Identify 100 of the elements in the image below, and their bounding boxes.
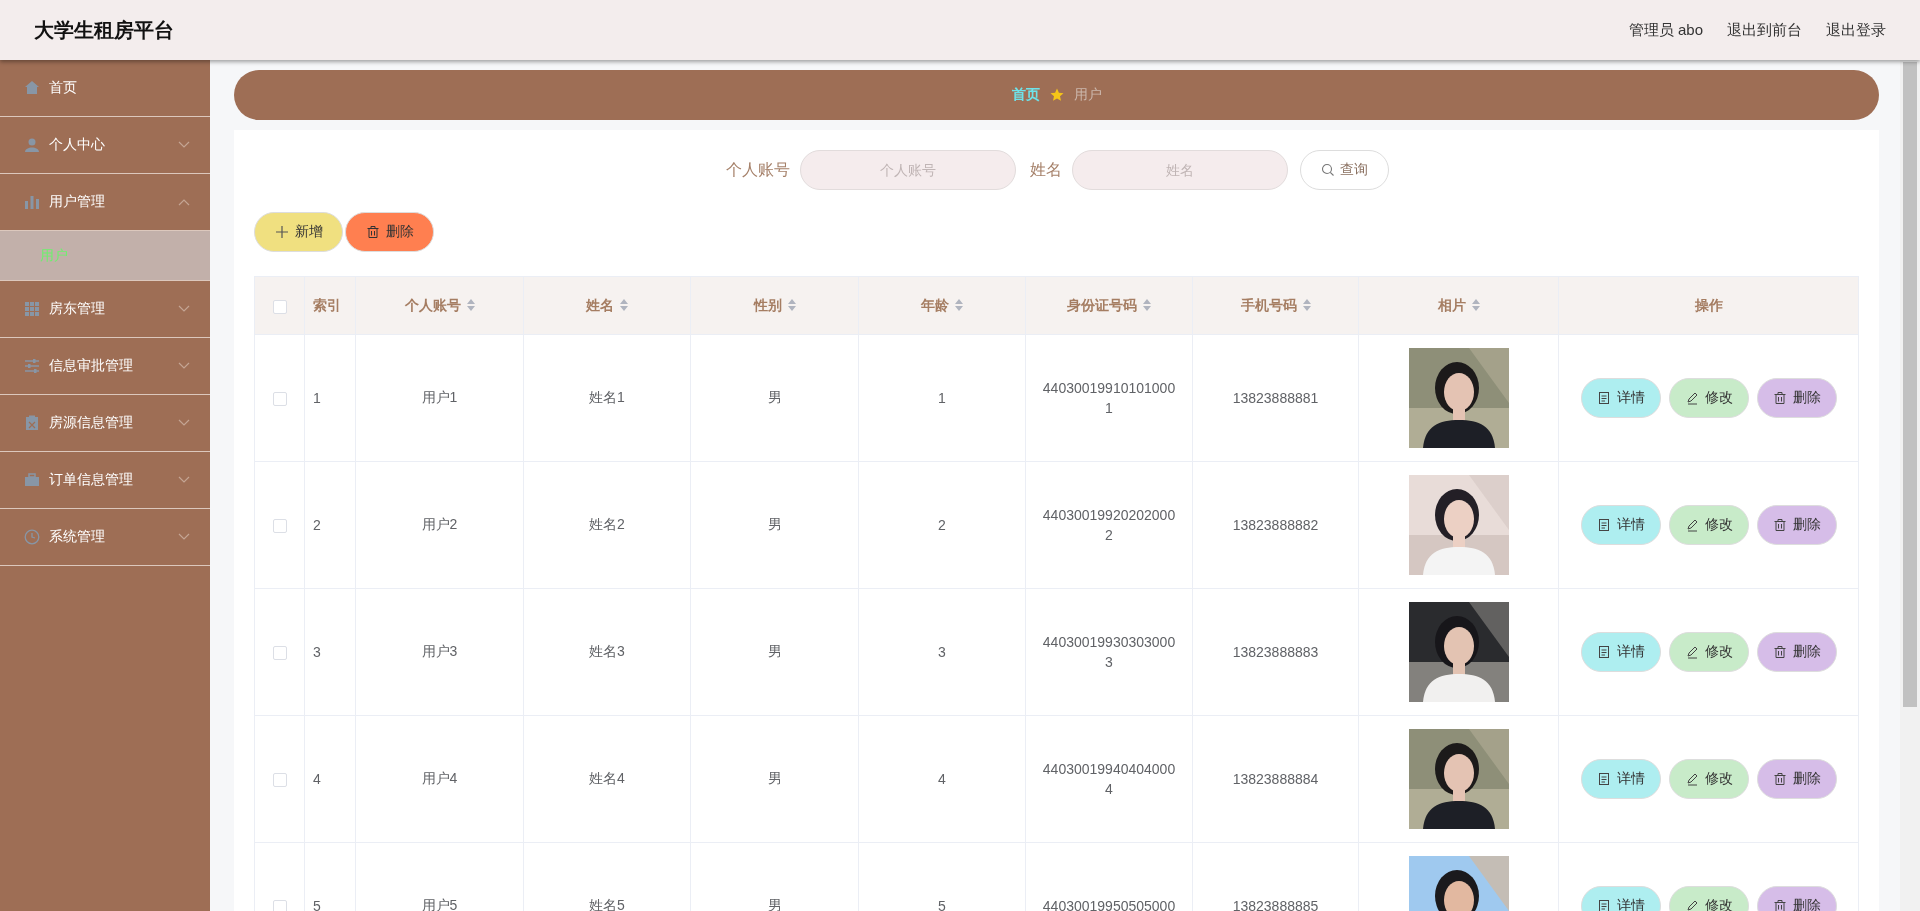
delete-button[interactable]: 删除 (1756, 505, 1837, 545)
table-cell: 2 (858, 461, 1026, 589)
trash-icon (1772, 772, 1787, 786)
clock-icon (24, 529, 40, 545)
column-header: 索引 (304, 276, 356, 335)
bar-chart-icon (24, 194, 40, 210)
document-icon (1596, 391, 1611, 405)
sort-icon (466, 298, 475, 311)
sidebar-item[interactable]: 信息审批管理 (0, 338, 210, 395)
user-icon (24, 137, 40, 153)
table-cell-text: 440300199101010001 (1041, 379, 1177, 418)
edit-button[interactable]: 修改 (1668, 505, 1749, 545)
table-cell: 3 (858, 588, 1026, 716)
sort-icon (1143, 298, 1151, 311)
table-cell: 13823888883 (1192, 588, 1359, 716)
table-cell-text: 440300199202020002 (1041, 506, 1177, 545)
column-header[interactable]: 身份证号码 (1025, 276, 1193, 335)
delete-button[interactable]: 删除 (1756, 632, 1837, 672)
search-button[interactable]: 查询 (1300, 150, 1389, 190)
input-field[interactable]: 姓名 (1072, 150, 1288, 190)
document-icon (1596, 899, 1611, 911)
document-icon (1596, 772, 1611, 786)
header-link[interactable]: 退出登录 (1826, 20, 1886, 40)
table-cell: 13823888881 (1192, 334, 1359, 462)
table-cell-text: 440300199303030003 (1041, 633, 1177, 672)
table-cell: 男 (690, 588, 859, 716)
table-cell: 13823888882 (1192, 461, 1359, 589)
header-link[interactable]: 退出到前台 (1727, 20, 1802, 40)
trash-icon (1772, 899, 1787, 911)
sort-icon (955, 298, 963, 311)
table-cell-text: 440300199404040004 (1041, 760, 1177, 799)
sidebar-item[interactable]: 系统管理 (0, 509, 210, 566)
sidebar-item[interactable]: 房东管理 (0, 281, 210, 338)
checkbox[interactable] (272, 299, 287, 314)
scrollbar[interactable] (1900, 60, 1920, 911)
pencil-icon (1684, 899, 1699, 911)
delete-button[interactable]: 删除 (1756, 759, 1837, 799)
detail-button[interactable]: 详情 (1580, 886, 1661, 911)
checkbox[interactable] (272, 646, 287, 661)
column-header[interactable]: 相片 (1358, 276, 1559, 335)
table-cell: 姓名3 (523, 588, 691, 716)
detail-button[interactable]: 详情 (1580, 378, 1661, 418)
sort-icon (620, 298, 628, 311)
edit-button[interactable]: 修改 (1668, 378, 1749, 418)
pencil-icon (1684, 645, 1699, 659)
plus-icon (274, 225, 289, 239)
sidebar-item[interactable]: 订单信息管理 (0, 452, 210, 509)
app-title: 大学生租房平台 (34, 17, 174, 43)
table-cell: 姓名2 (523, 461, 691, 589)
table-cell: 13823888884 (1192, 715, 1359, 843)
document-icon (1596, 518, 1611, 532)
pencil-icon (1684, 772, 1699, 786)
checkbox[interactable] (272, 519, 287, 534)
column-header: 操作 (1558, 276, 1859, 335)
clipboard-icon (24, 415, 40, 431)
search-label: 个人账号 (726, 159, 790, 180)
add-button[interactable]: 新增 (254, 212, 343, 252)
checkbox[interactable] (272, 773, 287, 788)
column-header[interactable]: 手机号码 (1192, 276, 1359, 335)
sort-icon (1302, 298, 1311, 311)
table-cell: 1 (858, 334, 1026, 462)
header-link[interactable]: 管理员 abo (1628, 20, 1703, 40)
column-header[interactable]: 姓名 (523, 276, 691, 335)
document-icon (1596, 645, 1611, 659)
sort-icon (1471, 298, 1480, 311)
sidebar-item[interactable]: 房源信息管理 (0, 395, 210, 452)
scrollbar-thumb[interactable] (1903, 62, 1917, 707)
home-icon (24, 80, 40, 96)
breadcrumb-link[interactable]: 首页 (1011, 86, 1040, 104)
table-cell: 用户2 (355, 461, 524, 589)
table-cell: 男 (690, 461, 859, 589)
sort-icon (787, 298, 796, 311)
sidebar-item[interactable]: 首页 (0, 60, 210, 117)
column-header[interactable]: 年龄 (858, 276, 1026, 335)
detail-button[interactable]: 详情 (1580, 505, 1661, 545)
checkbox[interactable] (272, 900, 287, 911)
column-header[interactable]: 性别 (690, 276, 859, 335)
trash-icon (365, 225, 380, 239)
column-header[interactable]: 个人账号 (355, 276, 524, 335)
edit-button[interactable]: 修改 (1668, 759, 1749, 799)
trash-icon (1772, 645, 1787, 659)
checkbox[interactable] (272, 392, 287, 407)
delete-button[interactable]: 删除 (1756, 378, 1837, 418)
table-cell: 3 (304, 588, 356, 716)
table-cell: 4 (304, 715, 356, 843)
table-cell: 男 (690, 715, 859, 843)
edit-button[interactable]: 修改 (1668, 632, 1749, 672)
pencil-icon (1684, 391, 1699, 405)
delete-button[interactable]: 删除 (345, 212, 434, 252)
search-label: 姓名 (1030, 159, 1062, 180)
table-cell: 4 (858, 715, 1026, 843)
trash-icon (1772, 391, 1787, 405)
briefcase-icon (24, 472, 40, 488)
table-cell: 男 (690, 334, 859, 462)
table-cell-text: 44030019950505000 (1042, 897, 1176, 911)
sidebar-item[interactable]: 个人中心 (0, 117, 210, 174)
grid-icon (24, 301, 40, 317)
detail-button[interactable]: 详情 (1580, 759, 1661, 799)
detail-button[interactable]: 详情 (1580, 632, 1661, 672)
table-cell: 姓名4 (523, 715, 691, 843)
